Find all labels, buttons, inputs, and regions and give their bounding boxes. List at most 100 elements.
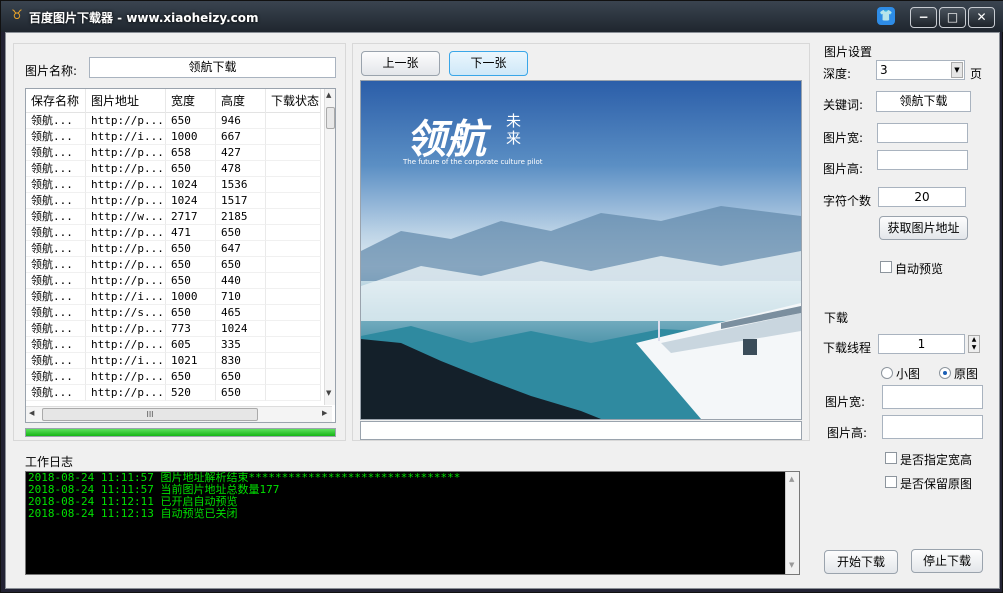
table-row[interactable]: 领航... http://p... 650 440 bbox=[26, 273, 321, 289]
scroll-down-arrow-icon[interactable]: ▼ bbox=[789, 561, 794, 569]
table-cell bbox=[266, 209, 321, 225]
table-cell: http://p... bbox=[86, 337, 166, 353]
table-cell: 658 bbox=[166, 145, 216, 161]
vertical-scrollbar[interactable]: ▲ ▼ bbox=[324, 89, 335, 405]
table-cell: 领航... bbox=[26, 145, 86, 161]
column-header[interactable]: 保存名称 bbox=[26, 89, 86, 113]
download-title: 下载 bbox=[824, 311, 849, 325]
table-row[interactable]: 领航... http://i... 1000 710 bbox=[26, 289, 321, 305]
original-image-label: 原图 bbox=[954, 367, 979, 381]
table-row[interactable]: 领航... http://p... 650 650 bbox=[26, 369, 321, 385]
spin-up-icon[interactable]: ▲ bbox=[969, 336, 979, 344]
spin-down-icon[interactable]: ▼ bbox=[969, 344, 979, 352]
horizontal-scrollbar[interactable]: ◀ III ▶ bbox=[26, 406, 332, 422]
table-cell: 领航... bbox=[26, 257, 86, 273]
column-header[interactable]: 图片地址 bbox=[86, 89, 166, 113]
log-scrollbar[interactable]: ▲ ▼ bbox=[785, 472, 799, 574]
table-row[interactable]: 领航... http://p... 650 946 bbox=[26, 113, 321, 129]
table-row[interactable]: 领航... http://p... 1024 1517 bbox=[26, 193, 321, 209]
table-cell bbox=[266, 353, 321, 369]
table-row[interactable]: 领航... http://i... 1021 830 bbox=[26, 353, 321, 369]
download-width-label: 图片宽: bbox=[825, 395, 866, 409]
table-row[interactable]: 领航... http://p... 658 427 bbox=[26, 145, 321, 161]
table-cell bbox=[266, 145, 321, 161]
table-cell: 605 bbox=[166, 337, 216, 353]
keep-original-checkbox[interactable] bbox=[885, 476, 897, 488]
table-cell: 领航... bbox=[26, 225, 86, 241]
table-cell: http://p... bbox=[86, 161, 166, 177]
table-row[interactable]: 领航... http://p... 650 650 bbox=[26, 257, 321, 273]
progress-bar bbox=[25, 428, 336, 437]
scroll-down-arrow-icon[interactable]: ▼ bbox=[326, 389, 331, 397]
logo-text-small: 未 来 bbox=[506, 113, 521, 147]
table-row[interactable]: 领航... http://s... 650 465 bbox=[26, 305, 321, 321]
image-width-input[interactable] bbox=[877, 123, 968, 143]
table-cell: 领航... bbox=[26, 321, 86, 337]
auto-preview-checkbox[interactable] bbox=[880, 261, 892, 273]
table-cell bbox=[266, 129, 321, 145]
fetch-image-urls-button[interactable]: 获取图片地址 bbox=[879, 216, 968, 240]
scroll-thumb[interactable] bbox=[326, 107, 335, 129]
prev-image-button[interactable]: 上一张 bbox=[361, 51, 440, 76]
threads-input[interactable]: 1 bbox=[878, 334, 965, 354]
table-row[interactable]: 领航... http://p... 1024 1536 bbox=[26, 177, 321, 193]
table-row[interactable]: 领航... http://p... 650 647 bbox=[26, 241, 321, 257]
table-row[interactable]: 领航... http://p... 650 478 bbox=[26, 161, 321, 177]
image-settings-title: 图片设置 bbox=[824, 45, 873, 59]
table-cell: 650 bbox=[166, 257, 216, 273]
scroll-left-arrow-icon[interactable]: ◀ bbox=[29, 409, 34, 417]
table-cell: http://p... bbox=[86, 369, 166, 385]
table-cell: 1024 bbox=[216, 321, 266, 337]
scroll-up-arrow-icon[interactable]: ▲ bbox=[789, 475, 794, 483]
table-row[interactable]: 领航... http://w... 2717 2185 bbox=[26, 209, 321, 225]
stop-download-button[interactable]: 停止下载 bbox=[911, 549, 983, 573]
close-button[interactable]: ✕ bbox=[968, 7, 995, 28]
table-cell: 领航... bbox=[26, 273, 86, 289]
table-cell bbox=[266, 305, 321, 321]
table-cell: 领航... bbox=[26, 369, 86, 385]
work-log-title: 工作日志 bbox=[25, 455, 74, 469]
scroll-up-arrow-icon[interactable]: ▲ bbox=[326, 91, 331, 99]
image-name-input[interactable]: 领航下载 bbox=[89, 57, 336, 78]
image-height-label: 图片高: bbox=[823, 162, 864, 176]
download-width-input[interactable] bbox=[882, 385, 983, 409]
minimize-button[interactable]: − bbox=[910, 7, 937, 28]
table-cell: 领航... bbox=[26, 161, 86, 177]
next-image-button[interactable]: 下一张 bbox=[449, 51, 528, 76]
start-download-button[interactable]: 开始下载 bbox=[824, 550, 898, 574]
table-cell bbox=[266, 273, 321, 289]
table-row[interactable]: 领航... http://p... 520 650 bbox=[26, 385, 321, 401]
title-bar[interactable]: ♉ 百度图片下载器 - www.xiaoheizy.com 👕 − □ ✕ bbox=[1, 1, 1003, 32]
image-height-input[interactable] bbox=[877, 150, 968, 170]
depth-label: 深度: bbox=[823, 67, 852, 81]
table-row[interactable]: 领航... http://p... 773 1024 bbox=[26, 321, 321, 337]
threads-spinner[interactable]: ▲ ▼ bbox=[968, 335, 980, 353]
table-cell: 650 bbox=[216, 225, 266, 241]
small-image-radio[interactable] bbox=[881, 367, 893, 379]
column-header[interactable]: 高度 bbox=[216, 89, 266, 113]
char-count-input[interactable]: 20 bbox=[878, 187, 966, 207]
table-row[interactable]: 领航... http://p... 605 335 bbox=[26, 337, 321, 353]
logo-char: 来 bbox=[506, 129, 522, 147]
chevron-down-icon[interactable]: ▼ bbox=[951, 62, 963, 78]
image-table[interactable]: 保存名称 图片地址 宽度 高度 下载状态 领航... http://p... 650… bbox=[25, 88, 336, 423]
work-log-panel: 工作日志 2018-08-24 11:11:57 图片地址解析结束*******… bbox=[13, 449, 810, 579]
table-cell: 2185 bbox=[216, 209, 266, 225]
scroll-thumb[interactable]: III bbox=[42, 408, 258, 421]
table-cell: 领航... bbox=[26, 193, 86, 209]
threads-label: 下载线程 bbox=[823, 341, 872, 355]
keyword-input[interactable]: 领航下载 bbox=[876, 91, 971, 112]
table-cell: http://p... bbox=[86, 145, 166, 161]
original-image-radio[interactable] bbox=[939, 367, 951, 379]
column-header[interactable]: 宽度 bbox=[166, 89, 216, 113]
specify-size-checkbox[interactable] bbox=[885, 452, 897, 464]
column-header[interactable]: 下载状态 bbox=[266, 89, 321, 113]
download-height-input[interactable] bbox=[882, 415, 983, 439]
table-row[interactable]: 领航... http://p... 471 650 bbox=[26, 225, 321, 241]
skin-icon[interactable]: 👕 bbox=[877, 7, 895, 25]
work-log-output[interactable]: 2018-08-24 11:11:57 图片地址解析结束************… bbox=[25, 471, 800, 575]
maximize-button[interactable]: □ bbox=[939, 7, 966, 28]
table-cell: http://p... bbox=[86, 321, 166, 337]
table-row[interactable]: 领航... http://i... 1000 667 bbox=[26, 129, 321, 145]
scroll-right-arrow-icon[interactable]: ▶ bbox=[322, 409, 327, 417]
